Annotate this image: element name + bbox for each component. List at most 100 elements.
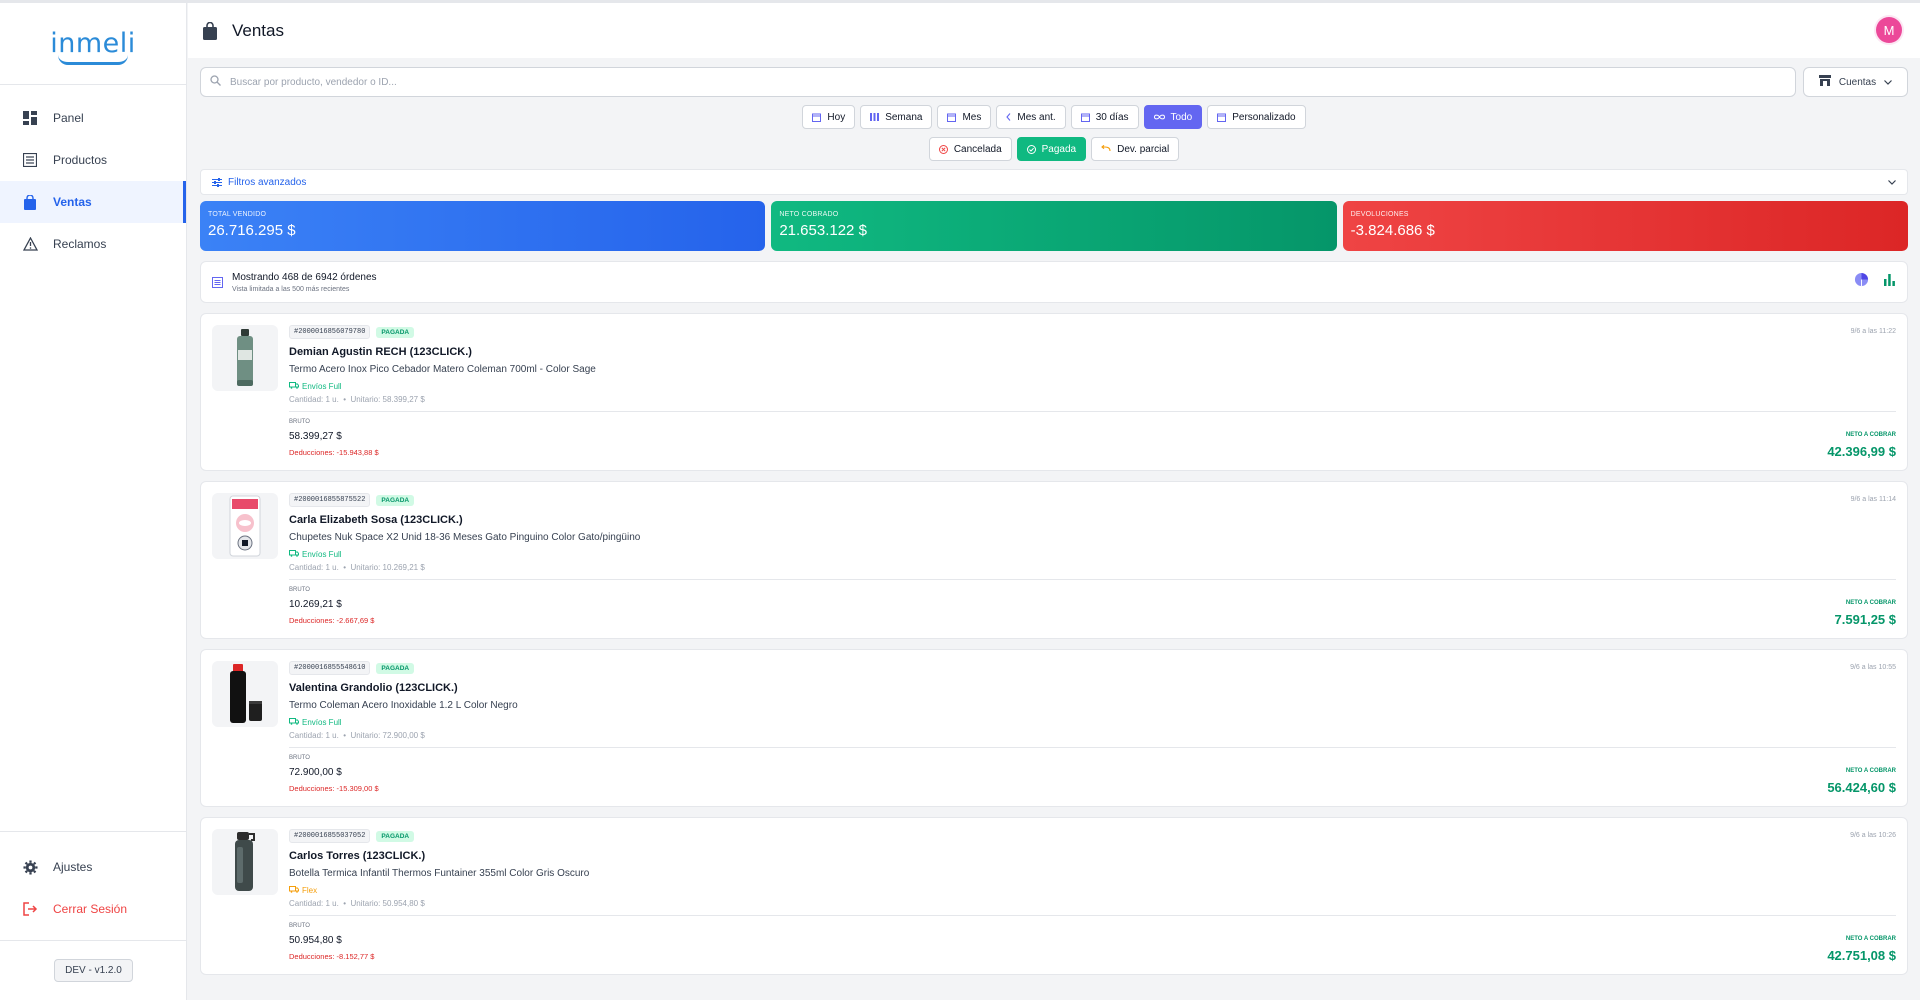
bruto-value: 10.269,21 $ — [289, 599, 342, 610]
unit-price: Unitario: 58.399,27 $ — [350, 395, 425, 404]
quantity: Cantidad: 1 u. — [289, 563, 339, 572]
product-thumbnail — [212, 829, 278, 895]
buyer-name: Carla Elizabeth Sosa (123CLICK.) — [289, 514, 463, 526]
order-id: #2000016855548610 — [289, 661, 371, 675]
avatar[interactable]: M — [1876, 17, 1902, 43]
logout-icon — [22, 901, 38, 917]
chip-label: Pagada — [1041, 143, 1077, 155]
summary-actions — [1854, 272, 1896, 292]
order-card[interactable]: #2000016856079780 PAGADA 9/6 a las 11:22… — [200, 313, 1908, 471]
search-input[interactable] — [230, 76, 1730, 88]
order-card[interactable]: #2000016855037052 PAGADA 9/6 a las 10:26… — [200, 817, 1908, 975]
summary-subtitle: Vista limitada a las 500 más recientes — [232, 285, 350, 293]
date-filter-row: Hoy Semana Mes Mes ant. 30 días Todo Per… — [200, 105, 1908, 129]
status-badge: PAGADA — [376, 830, 415, 842]
sidebar-item-label: Ajustes — [53, 860, 93, 874]
sidebar-item-ajustes[interactable]: Ajustes — [0, 846, 187, 888]
sidebar-item-reclamos[interactable]: Reclamos — [0, 223, 186, 265]
divider — [289, 915, 1896, 916]
shipping-label: Envíos Full — [302, 718, 342, 727]
sidebar: inmeli Panel Productos Ventas Reclamos A… — [0, 3, 187, 1000]
list-icon — [22, 152, 38, 168]
shipping-label: Envíos Full — [302, 382, 342, 391]
store-icon — [1818, 75, 1831, 89]
net-label: NETO A COBRAR — [1845, 936, 1896, 942]
sidebar-item-ventas[interactable]: Ventas — [0, 181, 186, 223]
check-circle-icon — [1026, 144, 1036, 154]
gear-icon — [22, 859, 38, 875]
truck-icon — [289, 550, 299, 559]
search-icon — [210, 73, 221, 91]
quantity-line: Cantidad: 1 u. • Unitario: 50.954,80 $ — [289, 899, 425, 908]
date-filter-30-dias[interactable]: 30 días — [1070, 105, 1139, 129]
sidebar-item-logout[interactable]: Cerrar Sesión — [0, 888, 187, 930]
divider — [289, 747, 1896, 748]
week-icon — [870, 113, 880, 121]
cancel-icon — [938, 144, 948, 154]
orders-summary: Mostrando 468 de 6942 órdenes Vista limi… — [200, 261, 1908, 303]
bar-chart-icon[interactable] — [1883, 273, 1896, 291]
bruto-label: BRUTO — [289, 419, 310, 425]
truck-icon — [289, 718, 299, 727]
status-filter-dev-parcial[interactable]: Dev. parcial — [1091, 137, 1180, 161]
date-filter-mes[interactable]: Mes — [937, 105, 992, 129]
bruto-label: BRUTO — [289, 923, 310, 929]
net-value: 42.396,99 $ — [1827, 444, 1896, 459]
truck-icon — [289, 886, 299, 895]
status-badge: PAGADA — [376, 662, 415, 674]
advanced-filters-toggle[interactable]: Filtros avanzados — [200, 169, 1908, 195]
summary-text: Mostrando 468 de 6942 órdenes Vista limi… — [232, 272, 377, 293]
date-filter-todo[interactable]: Todo — [1143, 105, 1203, 129]
stat-value: 21.653.122 $ — [779, 222, 867, 239]
status-filter-cancelada[interactable]: Cancelada — [928, 137, 1012, 161]
sidebar-item-productos[interactable]: Productos — [0, 139, 186, 181]
main-content: Cuentas Hoy Semana Mes Mes ant. 30 días — [200, 58, 1908, 985]
bruto-value: 72.900,00 $ — [289, 767, 342, 778]
chip-label: Cancelada — [953, 143, 1002, 155]
shipping-badge: Flex — [289, 886, 317, 895]
logo[interactable]: inmeli — [50, 28, 136, 65]
warning-icon — [22, 236, 38, 252]
advanced-filters-label: Filtros avanzados — [228, 176, 307, 188]
sidebar-nav: Panel Productos Ventas Reclamos — [0, 85, 186, 265]
net-value: 56.424,60 $ — [1827, 780, 1896, 795]
order-time: 9/6 a las 10:55 — [1850, 664, 1896, 671]
deductions: Deducciones: -15.943,88 $ — [289, 448, 379, 457]
list-icon — [212, 276, 223, 288]
shipping-badge: Envíos Full — [289, 382, 342, 391]
stats-cards: TOTAL VENDIDO 26.716.295 $ NETO COBRADO … — [200, 201, 1908, 251]
date-filter-hoy[interactable]: Hoy — [802, 105, 856, 129]
pie-chart-icon[interactable] — [1854, 272, 1869, 292]
sidebar-item-label: Productos — [53, 153, 108, 167]
shipping-label: Envíos Full — [302, 550, 342, 559]
calendar-icon — [812, 113, 822, 122]
order-card[interactable]: #2000016855875522 PAGADA 9/6 a las 11:14… — [200, 481, 1908, 639]
stat-neto-cobrado: NETO COBRADO 21.653.122 $ — [771, 201, 1337, 251]
date-filter-mes-ant[interactable]: Mes ant. — [996, 105, 1066, 129]
order-head: #2000016856079780 PAGADA — [289, 325, 415, 339]
sidebar-item-panel[interactable]: Panel — [0, 97, 186, 139]
date-filter-semana[interactable]: Semana — [860, 105, 933, 129]
chevron-down-icon — [1884, 77, 1893, 88]
date-filter-personalizado[interactable]: Personalizado — [1207, 105, 1306, 129]
order-card[interactable]: #2000016855548610 PAGADA 9/6 a las 10:55… — [200, 649, 1908, 807]
dashboard-icon — [22, 110, 38, 126]
product-title: Termo Coleman Acero Inoxidable 1.2 L Col… — [289, 700, 518, 711]
accounts-dropdown[interactable]: Cuentas — [1803, 67, 1908, 97]
status-badge: PAGADA — [376, 494, 415, 506]
page-title: Ventas — [232, 20, 284, 40]
calendar-icon — [1080, 113, 1090, 122]
quantity: Cantidad: 1 u. — [289, 395, 339, 404]
status-filter-pagada[interactable]: Pagada — [1016, 137, 1087, 161]
bruto-value: 58.399,27 $ — [289, 431, 342, 442]
sidebar-bottom: Ajustes Cerrar Sesión DEV - v1.2.0 — [0, 831, 187, 1000]
chip-label: Mes — [962, 111, 982, 123]
chevron-down-icon — [1888, 177, 1896, 188]
bruto-label: BRUTO — [289, 587, 310, 593]
unit-price: Unitario: 72.900,00 $ — [350, 731, 425, 740]
product-thumbnail — [212, 493, 278, 559]
buyer-name: Valentina Grandolio (123CLICK.) — [289, 682, 458, 694]
quantity-line: Cantidad: 1 u. • Unitario: 58.399,27 $ — [289, 395, 425, 404]
order-head: #2000016855037052 PAGADA — [289, 829, 415, 843]
stat-label: TOTAL VENDIDO — [208, 211, 267, 218]
